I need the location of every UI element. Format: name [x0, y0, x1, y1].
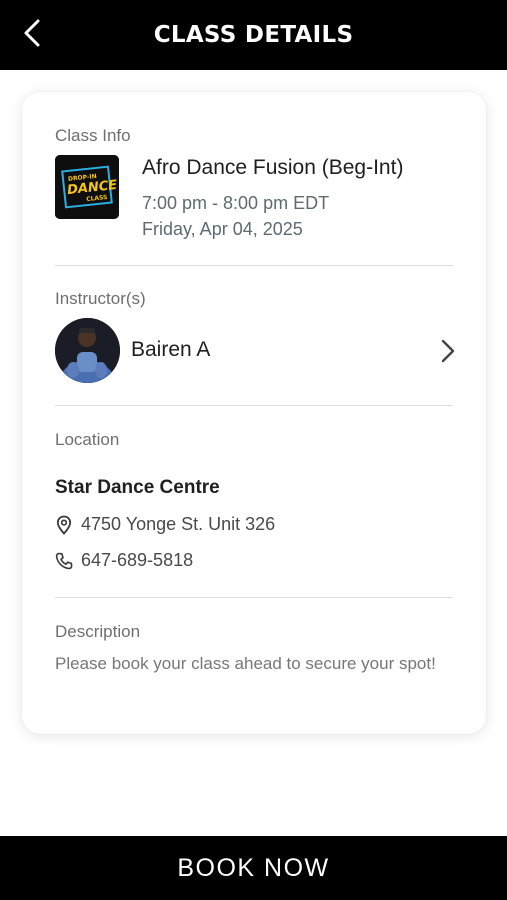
map-pin-icon	[55, 515, 73, 535]
dance-logo-image: DROP-IN DANCE CLASS	[55, 155, 119, 219]
app-header: CLASS DETAILS	[0, 0, 507, 70]
description-text: Please book your class ahead to secure y…	[55, 654, 436, 673]
book-now-label: BOOK NOW	[177, 853, 330, 882]
book-now-button[interactable]: BOOK NOW	[0, 836, 507, 900]
class-info-label: Class Info	[55, 126, 131, 145]
phone-row[interactable]: 647-689-5818	[55, 550, 193, 571]
avatar	[55, 318, 120, 383]
chevron-left-icon	[24, 19, 40, 47]
back-button[interactable]	[12, 13, 52, 53]
instructor-name: Bairen A	[131, 338, 211, 361]
instructor-label: Instructor(s)	[55, 289, 146, 308]
divider	[55, 405, 453, 406]
class-details-card: Class Info DROP-IN DANCE CLASS Afro Danc…	[22, 92, 486, 734]
phone-text: 647-689-5818	[81, 550, 194, 570]
address-text: 4750 Yonge St. Unit 326	[81, 514, 276, 534]
instructor-row[interactable]: Bairen A	[55, 318, 455, 384]
location-label: Location	[55, 430, 120, 449]
class-thumbnail: DROP-IN DANCE CLASS	[55, 155, 119, 219]
class-date: Friday, Apr 04, 2025	[142, 219, 303, 239]
address-row[interactable]: 4750 Yonge St. Unit 326	[55, 514, 275, 535]
divider	[55, 597, 453, 598]
description-label: Description	[55, 622, 141, 641]
class-name: Afro Dance Fusion (Beg-Int)	[142, 156, 404, 179]
class-time: 7:00 pm - 8:00 pm EDT	[142, 193, 330, 213]
page-title: CLASS DETAILS	[153, 22, 354, 48]
chevron-right-icon	[441, 339, 455, 363]
location-name: Star Dance Centre	[55, 477, 220, 498]
divider	[55, 265, 453, 266]
phone-icon	[55, 551, 73, 571]
